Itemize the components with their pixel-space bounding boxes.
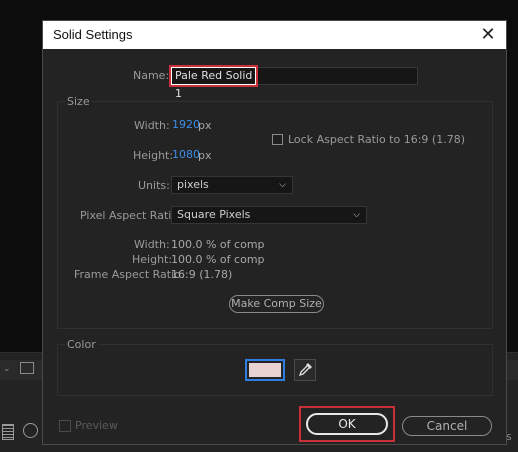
pixel-aspect-ratio-select[interactable]: Square Pixels ⌵ bbox=[171, 206, 367, 224]
width-label: Width: bbox=[134, 119, 170, 132]
info-width-label: Width: bbox=[134, 238, 170, 251]
preview-label: Preview bbox=[75, 419, 118, 432]
globe-icon[interactable] bbox=[23, 423, 38, 438]
height-value[interactable]: 1080 bbox=[172, 148, 200, 161]
name-input[interactable]: Pale Red Solid 1 bbox=[169, 65, 258, 100]
chevron-down-icon[interactable]: ⌄ bbox=[3, 364, 11, 374]
units-label: Units: bbox=[138, 179, 170, 192]
name-label: Name: bbox=[133, 69, 170, 82]
cancel-button[interactable]: Cancel bbox=[402, 416, 492, 436]
size-group-label: Size bbox=[65, 95, 92, 108]
height-label: Height: bbox=[133, 149, 174, 162]
color-swatch-fill bbox=[249, 363, 281, 377]
preview-checkbox[interactable] bbox=[59, 420, 71, 432]
units-select-value: pixels bbox=[177, 178, 209, 191]
units-select[interactable]: pixels ⌵ bbox=[171, 176, 293, 194]
frame-aspect-ratio-value: 16:9 (1.78) bbox=[171, 268, 233, 281]
width-unit: px bbox=[198, 119, 212, 132]
ok-highlight: OK bbox=[299, 406, 395, 442]
frame-aspect-ratio-label: Frame Aspect Ratio: bbox=[74, 268, 185, 281]
pixel-aspect-ratio-label: Pixel Aspect Ratio: bbox=[80, 209, 182, 222]
close-icon[interactable]: ✕ bbox=[476, 23, 500, 47]
eyedropper-icon[interactable] bbox=[294, 359, 316, 381]
color-swatch[interactable] bbox=[245, 359, 285, 381]
info-height-label: Height: bbox=[132, 253, 173, 266]
color-group-label: Color bbox=[65, 338, 98, 351]
lock-aspect-checkbox[interactable] bbox=[272, 134, 283, 145]
pixel-aspect-ratio-value: Square Pixels bbox=[177, 208, 251, 221]
chevron-down-icon: ⌵ bbox=[279, 180, 286, 190]
make-comp-size-button[interactable]: Make Comp Size bbox=[229, 295, 324, 313]
camera-icon[interactable] bbox=[20, 362, 34, 374]
info-height-value: 100.0 % of comp bbox=[171, 253, 265, 266]
height-unit: px bbox=[198, 149, 212, 162]
dialog-title: Solid Settings bbox=[53, 27, 133, 42]
width-value[interactable]: 1920 bbox=[172, 118, 200, 131]
lock-aspect-label: Lock Aspect Ratio to 16:9 (1.78) bbox=[288, 133, 465, 146]
chevron-down-icon: ⌵ bbox=[353, 210, 360, 220]
app-right-strip bbox=[506, 360, 518, 380]
info-width-value: 100.0 % of comp bbox=[171, 238, 265, 251]
film-icon[interactable] bbox=[2, 424, 14, 440]
ok-button[interactable]: OK bbox=[306, 413, 388, 435]
solid-settings-dialog: Solid Settings ✕ Name: Pale Red Solid 1 … bbox=[42, 20, 507, 445]
dialog-titlebar: Solid Settings ✕ bbox=[43, 21, 506, 49]
